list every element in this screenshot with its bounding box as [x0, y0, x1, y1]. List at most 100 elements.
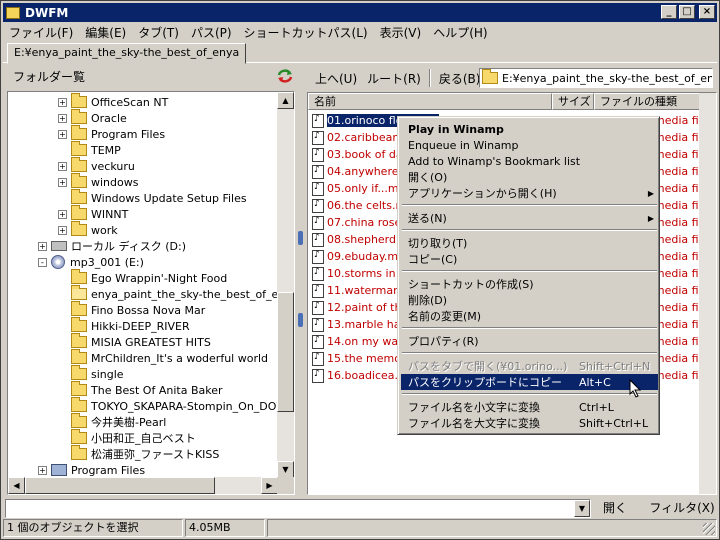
tree-node[interactable]: TEMP [58, 141, 121, 158]
title-bar[interactable]: DWFM _ □ × [3, 3, 717, 22]
scroll-right-arrow-icon[interactable]: ▶ [261, 477, 278, 494]
refresh-icon[interactable] [277, 69, 293, 83]
collapse-icon[interactable]: - [38, 257, 47, 267]
context-menu-item[interactable]: ファイル名を小文字に変換 Ctrl+L [401, 399, 658, 415]
context-menu-item[interactable]: 開く(O) [401, 169, 658, 185]
menu-view[interactable]: 表示(V) [374, 24, 428, 41]
folder-tree[interactable]: + OfficeScan NT + Oracle + Program Files TEMP +… [7, 91, 295, 495]
tree-horizontal-scrollbar[interactable]: ◀ ▶ [8, 477, 278, 494]
tree-node[interactable]: 松浦亜弥_ファーストKISS [58, 445, 219, 462]
tree-node[interactable]: MISIA GREATEST HITS [58, 333, 211, 350]
menu-help[interactable]: ヘルプ(H) [427, 24, 493, 41]
menu-shortcut-path[interactable]: ショートカットパス(L) [238, 24, 374, 41]
tree-node[interactable]: - mp3_001 (E:) [38, 254, 144, 270]
minimize-button[interactable]: _ [661, 5, 677, 19]
open-button[interactable]: 開く [597, 499, 633, 518]
tree-node-label: ローカル ディスク (D:) [71, 240, 186, 253]
collapse-right-grip-icon[interactable] [298, 313, 303, 327]
tree-node[interactable]: TOKYO_SKAPARA-Stompin_On_DOW [58, 397, 278, 414]
column-name[interactable]: 名前 [308, 93, 552, 110]
tree-node[interactable]: + Program Files [38, 462, 145, 478]
expand-icon[interactable]: + [58, 113, 67, 123]
menu-item-label: 削除(D) [408, 294, 448, 307]
collapse-left-grip-icon[interactable] [298, 231, 303, 245]
tree-node[interactable]: + veckuru [58, 157, 135, 174]
tree-node[interactable]: + WINNT [58, 205, 128, 222]
expand-icon[interactable]: + [58, 177, 67, 187]
tree-node-label: Windows Update Setup Files [91, 191, 247, 205]
list-vertical-scrollbar[interactable] [699, 93, 716, 494]
scroll-up-arrow-icon[interactable]: ▲ [277, 92, 294, 109]
menu-tab[interactable]: タブ(T) [132, 24, 185, 41]
tree-node[interactable]: Fino Bossa Nova Mar [58, 301, 205, 318]
command-combobox[interactable]: ▼ [5, 499, 591, 518]
menu-file[interactable]: ファイル(F) [3, 24, 79, 41]
context-menu-item[interactable]: 送る(N) ▶ [401, 210, 658, 226]
panel-splitter[interactable] [297, 65, 305, 495]
tree-node[interactable]: + Program Files [58, 125, 165, 142]
path-field[interactable]: E:¥enya_paint_the_sky-the_best_of_enya [479, 68, 713, 88]
tree-vertical-scrollbar[interactable]: ▲ ▼ [277, 92, 294, 478]
context-menu-item[interactable]: 削除(D) [401, 292, 658, 308]
context-menu-item[interactable]: Play in Winamp [401, 121, 658, 137]
tree-node[interactable]: Hikki-DEEP_RIVER [58, 317, 190, 334]
folder-icon [71, 445, 87, 460]
tree-node[interactable]: + OfficeScan NT [58, 93, 168, 110]
context-menu-item[interactable]: ファイル名を大文字に変換 Shift+Ctrl+L [401, 415, 658, 431]
tree-node[interactable]: + Oracle [58, 109, 127, 126]
submenu-arrow-icon: ▶ [647, 188, 654, 198]
folder-tree-panel: フォルダー覧 + OfficeScan NT + Oracle + Program Fil… [5, 65, 297, 495]
tree-node[interactable]: + work [58, 221, 118, 238]
tree-node[interactable]: + ローカル ディスク (D:) [38, 238, 186, 254]
audio-file-icon [312, 351, 324, 366]
tree-node[interactable]: 小田和正_自己ベスト [58, 429, 196, 446]
menu-item-label: 名前の変更(M) [408, 310, 482, 323]
menu-edit[interactable]: 編集(E) [79, 24, 132, 41]
filter-button[interactable]: フィルタ(X) [649, 499, 715, 518]
back-button[interactable]: 戻る(B) [435, 68, 485, 89]
expand-icon[interactable]: + [58, 161, 67, 171]
scroll-left-arrow-icon[interactable]: ◀ [8, 477, 25, 494]
context-menu-item[interactable]: 名前の変更(M) [401, 308, 658, 324]
expand-icon[interactable]: + [58, 209, 67, 219]
scroll-down-arrow-icon[interactable]: ▼ [277, 461, 294, 478]
menu-separator [402, 393, 657, 395]
up-button[interactable]: 上へ(U) [311, 68, 361, 89]
resize-grip-icon[interactable] [703, 523, 715, 535]
tree-node[interactable]: Windows Update Setup Files [58, 189, 247, 206]
column-size[interactable]: サイズ [552, 93, 594, 110]
menu-path[interactable]: パス(P) [185, 24, 238, 41]
menu-separator [402, 327, 657, 329]
expand-icon[interactable]: + [58, 225, 67, 235]
expand-icon[interactable]: + [38, 465, 47, 475]
context-menu-item[interactable]: Add to Winamp's Bookmark list [401, 153, 658, 169]
tree-node[interactable]: enya_paint_the_sky-the_best_of_enya [58, 285, 278, 302]
tree-node-label: 小田和正_自己ベスト [91, 432, 196, 445]
tree-node[interactable]: 今井美樹-Pearl [58, 413, 166, 430]
expand-icon[interactable]: + [38, 241, 47, 251]
tree-hscroll-thumb[interactable] [25, 477, 215, 494]
tree-node[interactable]: MrChildren_It's a woderful world [58, 349, 268, 366]
tree-node[interactable]: single [58, 365, 124, 382]
expand-icon[interactable]: + [58, 97, 67, 107]
tree-node[interactable]: The Best Of Anita Baker [58, 381, 223, 398]
maximize-button[interactable]: □ [679, 5, 695, 19]
context-menu-item[interactable]: ショートカットの作成(S) [401, 276, 658, 292]
context-menu-item[interactable]: パスをクリップボードにコピー Alt+C [401, 374, 658, 390]
root-button[interactable]: ルート(R) [363, 68, 425, 89]
column-type[interactable]: ファイルの種類 [594, 93, 704, 110]
menu-item-label: Add to Winamp's Bookmark list [408, 154, 581, 168]
context-menu-item[interactable]: 切り取り(T) [401, 235, 658, 251]
close-button[interactable]: × [699, 5, 715, 19]
tree-scroll-thumb[interactable] [277, 292, 294, 412]
context-menu-item[interactable]: プロパティ(R) [401, 333, 658, 349]
dropdown-arrow-icon[interactable]: ▼ [574, 500, 590, 517]
context-menu-item[interactable]: アプリケーションから開く(H) ▶ [401, 185, 658, 201]
context-menu-item[interactable]: Enqueue in Winamp [401, 137, 658, 153]
tab-current-folder[interactable]: E:¥enya_paint_the_sky-the_best_of_enya [7, 43, 247, 64]
tree-node[interactable]: + windows [58, 173, 138, 190]
context-menu-item[interactable]: コピー(C) [401, 251, 658, 267]
tree-node[interactable]: Ego Wrappin'-Night Food [58, 269, 227, 286]
menu-item-shortcut: Shift+Ctrl+L [579, 416, 649, 430]
expand-icon[interactable]: + [58, 129, 67, 139]
